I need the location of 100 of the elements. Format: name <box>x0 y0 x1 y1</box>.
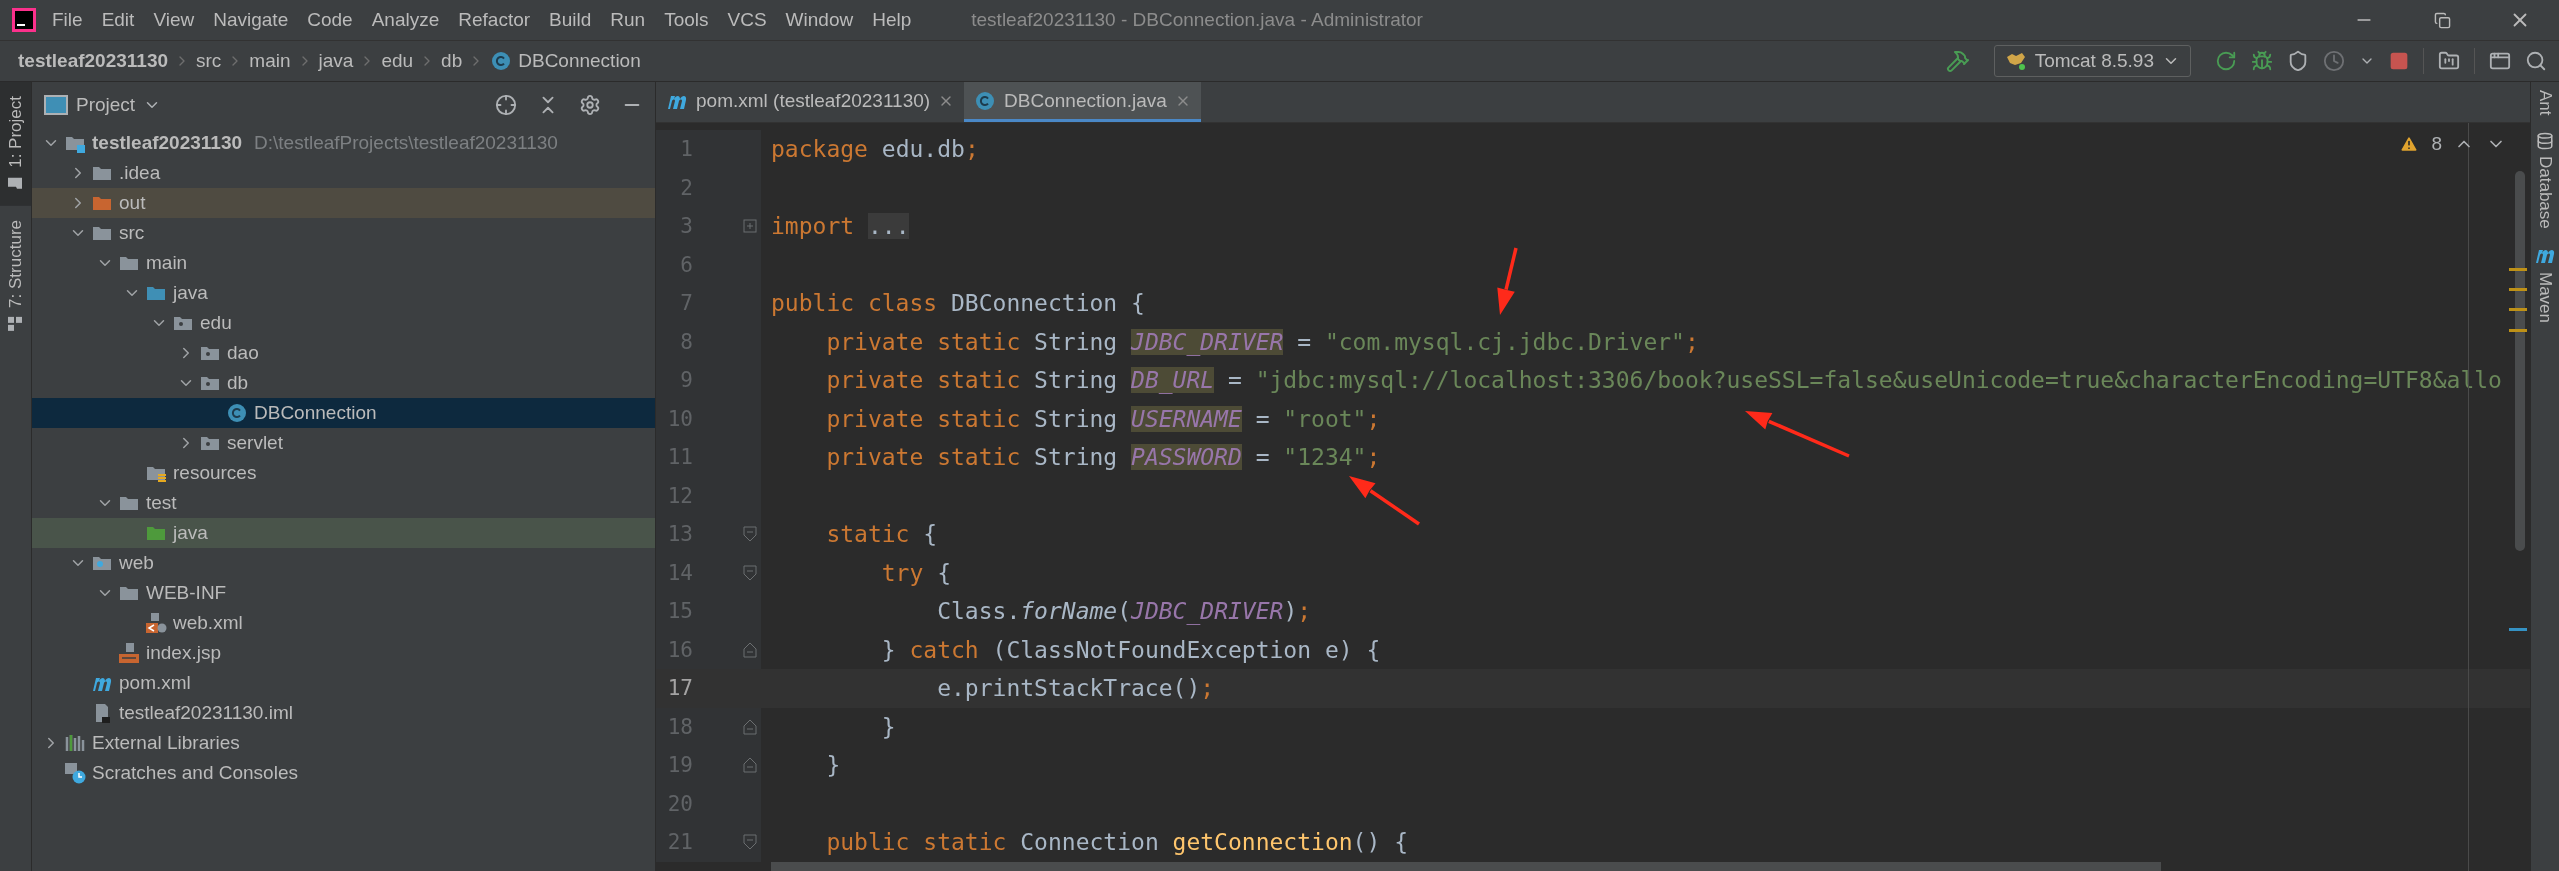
tree-row[interactable]: testleaf20231130.iml <box>32 698 655 728</box>
scrollbar-thumb[interactable] <box>2515 171 2525 551</box>
warning-marker[interactable] <box>2509 268 2527 271</box>
tree-row[interactable]: testleaf20231130 D:\testleafProjects\testleaf20231130 <box>32 128 655 158</box>
menu-item[interactable]: Help <box>872 9 912 31</box>
menu-item[interactable]: View <box>153 9 195 31</box>
tree-row[interactable]: .idea <box>32 158 655 188</box>
menu-item[interactable]: Navigate <box>213 9 289 31</box>
tree-item-label: web <box>119 552 154 574</box>
fold-collapse-icon[interactable] <box>742 640 758 659</box>
fold-collapse-icon[interactable] <box>742 833 758 852</box>
breadcrumb[interactable]: main <box>249 50 291 72</box>
breadcrumb[interactable]: src <box>196 50 222 72</box>
project-structure-icon[interactable] <box>2438 50 2460 72</box>
tree-row[interactable]: java <box>32 278 655 308</box>
code-line: private static String DB_URL = "jdbc:mysql://localhost:3306/book?useSSL=false&useUnicode=true&characterEncoding=UTF8&allo <box>825 367 2502 394</box>
profile-icon[interactable] <box>2323 50 2345 72</box>
breadcrumb[interactable]: testleaf20231130 <box>18 50 168 72</box>
structure-icon[interactable] <box>7 315 24 332</box>
menu-item[interactable]: Analyze <box>371 9 440 31</box>
menu-item[interactable]: Run <box>610 9 646 31</box>
build-icon[interactable] <box>1945 49 1970 73</box>
tree-row[interactable]: index.jsp <box>32 638 655 668</box>
tree-item-label: main <box>146 252 188 274</box>
settings-icon[interactable] <box>579 94 601 116</box>
tree-item-label: Scratches and Consoles <box>92 762 298 784</box>
warning-marker[interactable] <box>2509 329 2527 332</box>
tool-window-tab[interactable]: Maven <box>2531 236 2559 332</box>
debug-icon[interactable] <box>2251 50 2273 72</box>
menu-item[interactable]: Tools <box>664 9 709 31</box>
coverage-icon[interactable] <box>2287 50 2309 72</box>
tool-window-tab[interactable]: 7: Structure <box>0 205 31 346</box>
code-line: private static String JDBC_DRIVER = "com.mysql.cj.jdbc.Driver"; <box>825 328 1699 355</box>
tree-row[interactable]: test <box>32 488 655 518</box>
tree-item-label: resources <box>173 462 257 484</box>
tree-item-label: test <box>146 492 177 514</box>
tree-item-label: pom.xml <box>119 672 191 694</box>
menu-item[interactable]: VCS <box>727 9 767 31</box>
tree-row[interactable]: servlet <box>32 428 655 458</box>
editor-tab[interactable]: pom.xml (testleaf20231130) <box>656 82 965 122</box>
window-icon <box>44 94 68 116</box>
warning-marker[interactable] <box>2509 308 2527 311</box>
database-icon <box>2536 131 2554 150</box>
tree-row[interactable]: java <box>32 518 655 548</box>
tree-row[interactable]: pom.xml <box>32 668 655 698</box>
tree-row[interactable]: main <box>32 248 655 278</box>
menu-item[interactable]: Code <box>307 9 353 31</box>
search-icon[interactable] <box>2525 50 2547 72</box>
class-icon <box>226 402 248 424</box>
run-configuration-dropdown[interactable]: Tomcat 8.5.93 <box>1993 45 2191 77</box>
locate-icon[interactable] <box>495 94 517 116</box>
breadcrumb[interactable]: edu <box>381 50 414 72</box>
tree-item-label: out <box>119 192 146 214</box>
fold-collapse-icon[interactable] <box>742 717 758 736</box>
code-line: import ... <box>770 213 910 240</box>
breadcrumb[interactable]: DBConnection <box>518 50 641 72</box>
tree-row[interactable]: WEB-INF <box>32 578 655 608</box>
menu-item[interactable]: Window <box>785 9 854 31</box>
warning-icon[interactable] <box>2399 134 2420 154</box>
tool-window-tab[interactable]: 1: Project <box>0 82 31 206</box>
tree-row[interactable]: Scratches and Consoles <box>32 758 655 788</box>
tree-row[interactable]: External Libraries <box>32 728 655 758</box>
warning-marker[interactable] <box>2509 288 2527 291</box>
breadcrumb[interactable]: java <box>318 50 354 72</box>
tree-row[interactable]: dao <box>32 338 655 368</box>
xml-file-icon <box>145 612 167 634</box>
fold-collapse-icon[interactable] <box>742 756 758 775</box>
restore-icon[interactable] <box>2433 11 2451 29</box>
class-icon <box>490 50 513 72</box>
tree-row[interactable]: resources <box>32 458 655 488</box>
module-path: D:\testleafProjects\testleaf20231130 <box>254 132 558 154</box>
code-line: } catch (ClassNotFoundException e) { <box>880 636 1381 663</box>
tree-row[interactable]: web <box>32 548 655 578</box>
tool-window-tab[interactable]: Ant <box>2531 82 2559 124</box>
fold-collapse-icon[interactable] <box>742 563 758 582</box>
warning-count[interactable]: 8 <box>2431 133 2442 155</box>
folder-icon[interactable] <box>7 175 24 192</box>
libraries-icon <box>64 732 86 754</box>
tree-row[interactable]: db <box>32 368 655 398</box>
tool-window-tab[interactable]: Database <box>2531 123 2559 237</box>
menu-item[interactable]: Refactor <box>458 9 531 31</box>
menu-item[interactable]: File <box>52 9 83 31</box>
editor-tab[interactable]: DBConnection.java <box>964 82 1201 122</box>
tree-row[interactable]: DBConnection <box>32 398 655 428</box>
tree-row[interactable]: out <box>32 188 655 218</box>
stop-icon[interactable] <box>2389 51 2409 71</box>
menu-item[interactable]: Edit <box>101 9 135 31</box>
fold-collapse-icon[interactable] <box>742 525 758 544</box>
panel-title[interactable]: Project <box>76 94 136 116</box>
rerun-icon[interactable] <box>2215 50 2237 72</box>
tree-row[interactable]: src <box>32 218 655 248</box>
menu-item[interactable]: Build <box>549 9 592 31</box>
tree-item-label: src <box>119 222 145 244</box>
terminal-icon[interactable] <box>2489 50 2511 72</box>
breadcrumb[interactable]: db <box>441 50 463 72</box>
scrollbar-thumb[interactable] <box>771 862 2161 871</box>
tree-row[interactable]: web.xml <box>32 608 655 638</box>
tree-item-label: dao <box>227 342 259 364</box>
tree-row[interactable]: edu <box>32 308 655 338</box>
app-logo <box>12 8 36 32</box>
